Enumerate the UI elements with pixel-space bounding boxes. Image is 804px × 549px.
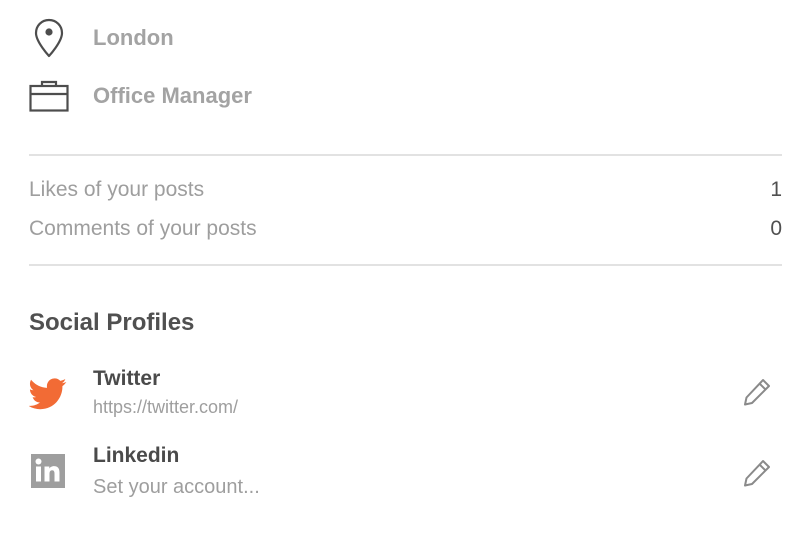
social-url: https://twitter.com/ [93, 397, 239, 417]
stat-row-comments: Comments of your posts 0 [29, 217, 782, 241]
stat-label: Likes of your posts [29, 178, 205, 201]
twitter-icon [29, 375, 67, 413]
social-name: Twitter [93, 367, 161, 390]
stat-value: 1 [770, 178, 782, 201]
social-item-twitter: Twitter https://twitter.com/ [29, 367, 782, 423]
social-url: Set your account... [93, 476, 260, 498]
stat-row-likes: Likes of your posts 1 [29, 178, 782, 202]
pencil-icon [744, 460, 770, 487]
section-title: Social Profiles [29, 309, 195, 336]
edit-linkedin-button[interactable] [740, 456, 774, 490]
location-text: London [93, 25, 174, 50]
edit-twitter-button[interactable] [740, 375, 774, 409]
stat-label: Comments of your posts [29, 217, 257, 240]
social-name: Linkedin [93, 444, 180, 467]
divider-bottom [29, 264, 782, 266]
linkedin-icon [29, 452, 67, 490]
job-title-text: Office Manager [93, 83, 252, 108]
social-item-linkedin: Linkedin Set your account... [29, 444, 782, 500]
briefcase-icon [29, 76, 69, 116]
map-pin-icon [29, 18, 69, 58]
stat-value: 0 [770, 217, 782, 240]
divider-top [29, 154, 782, 156]
pencil-icon [744, 379, 770, 406]
location-row: London [29, 18, 174, 58]
job-row: Office Manager [29, 76, 252, 116]
